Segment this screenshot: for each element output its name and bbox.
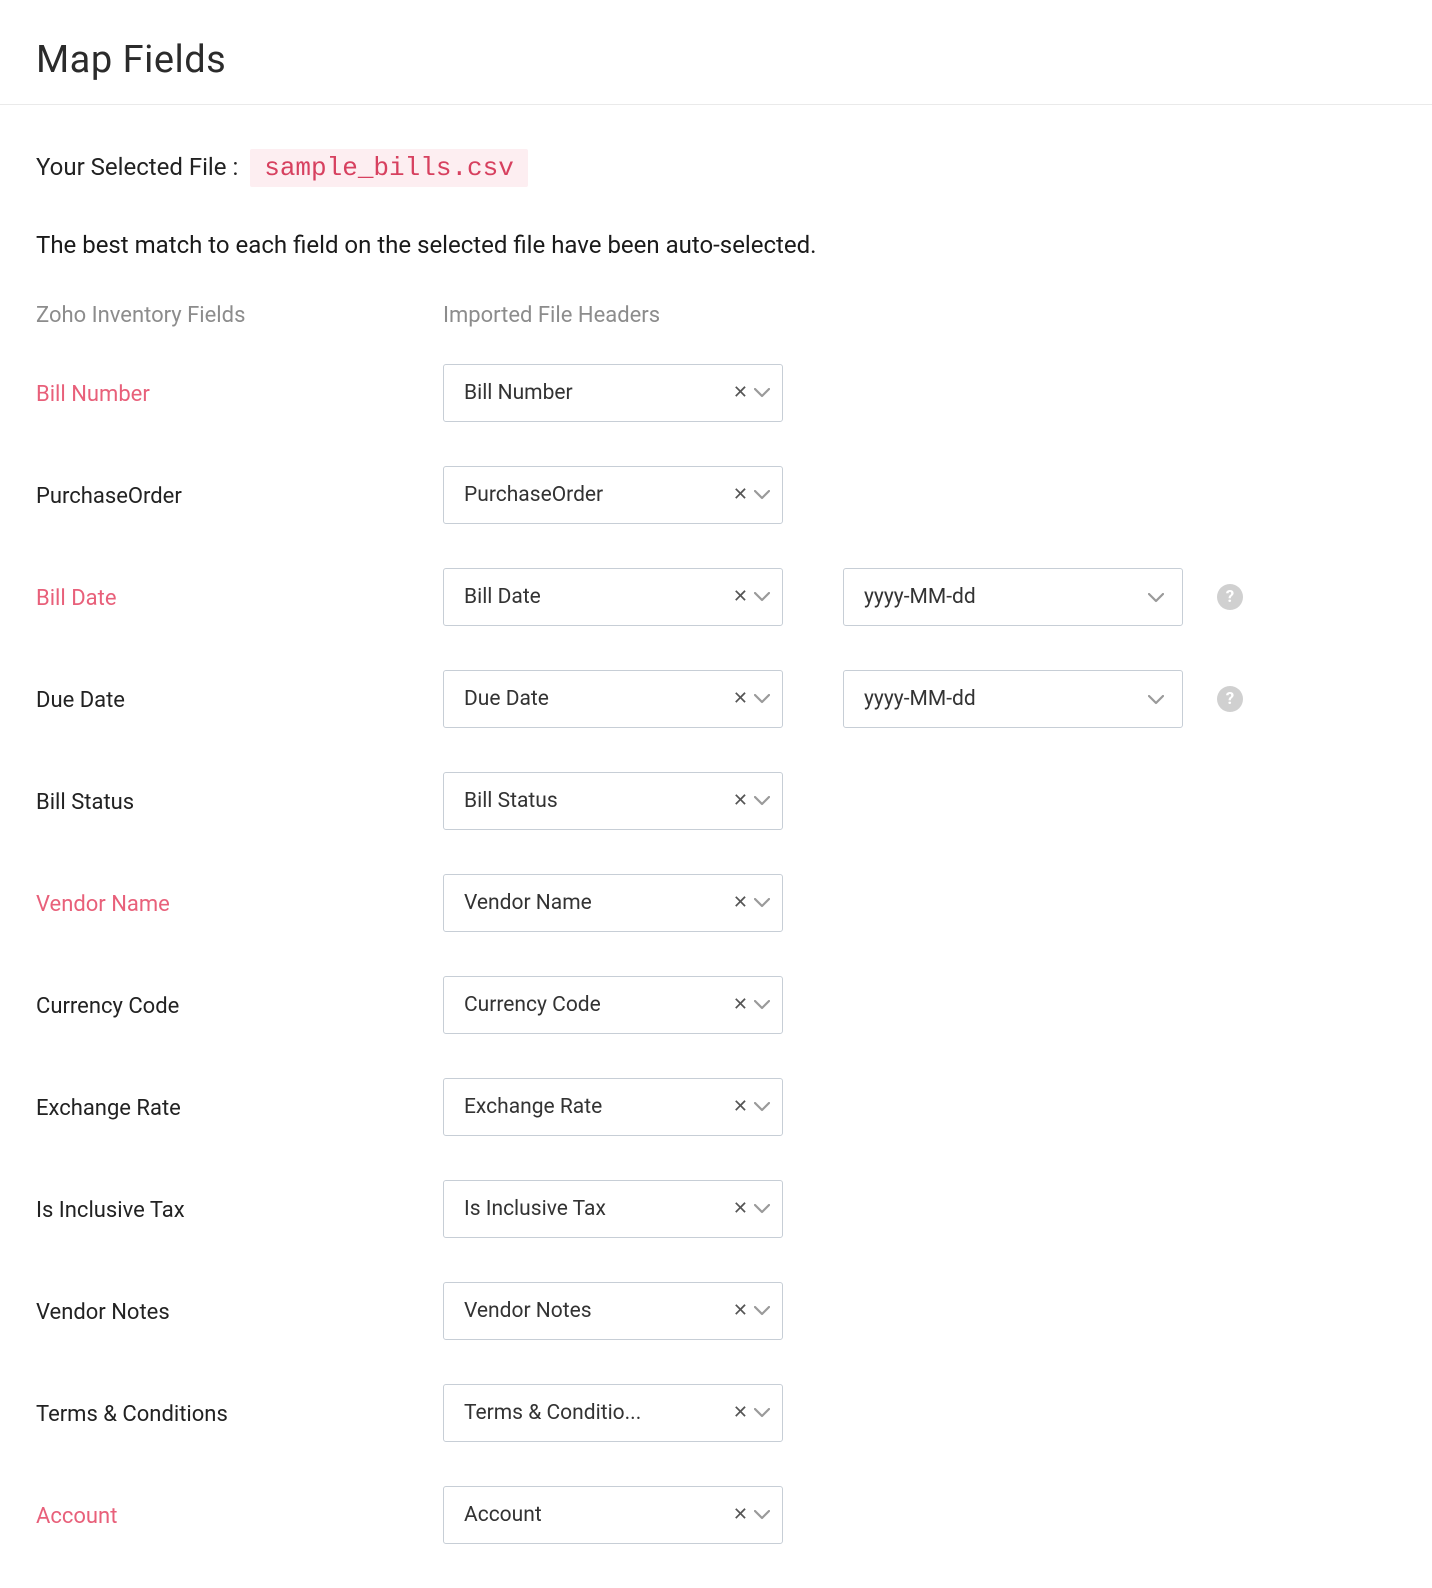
field-label: Bill Number [36,380,443,407]
header-select[interactable]: Vendor Notes ✕ [443,1282,783,1340]
header-select-value: Bill Status [464,789,722,813]
header-select-value: PurchaseOrder [464,483,722,507]
field-row: Bill Date Bill Date ✕ yyyy-MM-dd? [36,568,1432,626]
chevron-down-icon [754,1408,770,1418]
header-select[interactable]: Bill Status ✕ [443,772,783,830]
chevron-down-icon [754,1204,770,1214]
field-row: PurchaseOrder PurchaseOrder ✕ [36,466,1432,524]
chevron-down-icon [1148,687,1164,711]
field-row: Currency Code Currency Code ✕ [36,976,1432,1034]
chevron-down-icon [754,1102,770,1112]
header-select[interactable]: Account ✕ [443,1486,783,1544]
field-label: PurchaseOrder [36,482,443,509]
clear-icon[interactable]: ✕ [733,1506,748,1524]
header-select-value: Terms & Conditio... [464,1401,722,1425]
page-title: Map Fields [0,0,1432,104]
date-format-value: yyyy-MM-dd [864,687,1142,711]
clear-icon[interactable]: ✕ [733,588,748,606]
header-select-value: Exchange Rate [464,1095,722,1119]
clear-icon[interactable]: ✕ [733,1404,748,1422]
field-label: Bill Date [36,584,443,611]
clear-icon[interactable]: ✕ [733,1098,748,1116]
selected-file-line: Your Selected File : sample_bills.csv [36,149,1432,187]
clear-icon[interactable]: ✕ [733,486,748,504]
selected-file-label: Your Selected File : [36,153,238,181]
column-header-left: Zoho Inventory Fields [36,303,443,328]
field-row: Terms & Conditions Terms & Conditio... ✕ [36,1384,1432,1442]
clear-icon[interactable]: ✕ [733,894,748,912]
header-select[interactable]: Terms & Conditio... ✕ [443,1384,783,1442]
header-select[interactable]: Bill Date ✕ [443,568,783,626]
header-select-value: Is Inclusive Tax [464,1197,722,1221]
chevron-down-icon [754,898,770,908]
field-row: Vendor Name Vendor Name ✕ [36,874,1432,932]
date-format-select[interactable]: yyyy-MM-dd [843,670,1183,728]
field-label: Exchange Rate [36,1094,443,1121]
chevron-down-icon [754,592,770,602]
field-label: Is Inclusive Tax [36,1196,443,1223]
clear-icon[interactable]: ✕ [733,792,748,810]
header-select-value: Bill Number [464,381,722,405]
chevron-down-icon [754,694,770,704]
chevron-down-icon [754,490,770,500]
header-select-value: Bill Date [464,585,722,609]
field-row: Vendor Notes Vendor Notes ✕ [36,1282,1432,1340]
clear-icon[interactable]: ✕ [733,1302,748,1320]
header-select[interactable]: Exchange Rate ✕ [443,1078,783,1136]
clear-icon[interactable]: ✕ [733,690,748,708]
field-row: Is Inclusive Tax Is Inclusive Tax ✕ [36,1180,1432,1238]
header-select-value: Vendor Notes [464,1299,722,1323]
header-select[interactable]: Currency Code ✕ [443,976,783,1034]
chevron-down-icon [754,388,770,398]
header-select-value: Currency Code [464,993,722,1017]
header-select[interactable]: Vendor Name ✕ [443,874,783,932]
field-label: Terms & Conditions [36,1400,443,1427]
header-select-value: Vendor Name [464,891,722,915]
chevron-down-icon [754,796,770,806]
field-label: Bill Status [36,788,443,815]
chevron-down-icon [1148,585,1164,609]
header-select-value: Due Date [464,687,722,711]
date-format-value: yyyy-MM-dd [864,585,1142,609]
date-format-select[interactable]: yyyy-MM-dd [843,568,1183,626]
header-select[interactable]: Is Inclusive Tax ✕ [443,1180,783,1238]
field-row: Account Account ✕ [36,1486,1432,1544]
chevron-down-icon [754,1000,770,1010]
header-select-value: Account [464,1503,722,1527]
field-label: Account [36,1502,443,1529]
field-label: Vendor Notes [36,1298,443,1325]
field-row: Due Date Due Date ✕ yyyy-MM-dd? [36,670,1432,728]
header-select[interactable]: Due Date ✕ [443,670,783,728]
header-select[interactable]: Bill Number ✕ [443,364,783,422]
field-label: Currency Code [36,992,443,1019]
help-icon[interactable]: ? [1217,584,1243,610]
field-label: Vendor Name [36,890,443,917]
clear-icon[interactable]: ✕ [733,384,748,402]
clear-icon[interactable]: ✕ [733,996,748,1014]
field-row: Bill Number Bill Number ✕ [36,364,1432,422]
clear-icon[interactable]: ✕ [733,1200,748,1218]
selected-file-name: sample_bills.csv [250,149,528,187]
field-row: Bill Status Bill Status ✕ [36,772,1432,830]
column-header-right: Imported File Headers [443,303,843,328]
chevron-down-icon [754,1306,770,1316]
help-icon[interactable]: ? [1217,686,1243,712]
auto-select-help-text: The best match to each field on the sele… [36,231,1432,259]
field-row: Exchange Rate Exchange Rate ✕ [36,1078,1432,1136]
field-label: Due Date [36,686,443,713]
column-headers: Zoho Inventory Fields Imported File Head… [36,303,1432,328]
header-select[interactable]: PurchaseOrder ✕ [443,466,783,524]
